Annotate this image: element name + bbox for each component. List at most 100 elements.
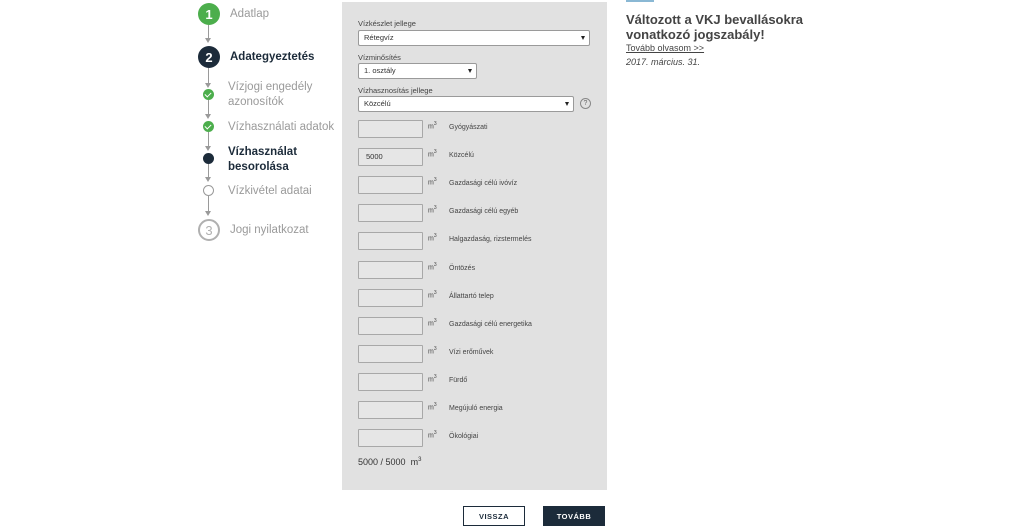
step-1-circle: 1 xyxy=(198,3,220,25)
vizhasznositas-label: Vízhasznosítás jellege xyxy=(358,86,433,95)
cubic-meter-unit: m3 xyxy=(428,346,437,355)
usage-row: m3 Halgazdaság, rizstermelés xyxy=(358,232,598,251)
cubic-meter-unit: m3 xyxy=(428,290,437,299)
vizkeszlet-label: Vízkészlet jellege xyxy=(358,19,416,28)
usage-row: m3 Gyógyászati xyxy=(358,120,598,138)
cubic-meter-unit: m3 xyxy=(428,205,437,214)
cubic-meter-unit: m3 xyxy=(428,430,437,439)
chevron-down-icon xyxy=(581,36,585,40)
vizminosites-label: Vízminősítés xyxy=(358,53,401,62)
substep-besorolasa-line2: besorolása xyxy=(228,161,289,173)
substep-besorolasa-label: Vízhasználat besorolása xyxy=(228,145,297,175)
step-connector xyxy=(208,100,209,115)
cubic-meter-unit: m3 xyxy=(428,374,437,383)
usage-category-label: Öntözés xyxy=(449,264,476,272)
total-volume: 5000 / 5000 m3 xyxy=(358,457,421,467)
usage-quantity-input[interactable] xyxy=(358,204,423,223)
cubic-meter-unit: m3 xyxy=(428,262,437,271)
usage-category-label: Gazdasági célú energetika xyxy=(449,320,532,328)
usage-category-label: Vízi erőművek xyxy=(449,348,494,356)
step-connector xyxy=(208,68,209,84)
connector-arrow-icon xyxy=(205,83,211,88)
usage-quantity-input[interactable] xyxy=(358,176,423,195)
step-connector xyxy=(208,132,209,147)
usage-quantity-input[interactable] xyxy=(358,260,423,279)
usage-quantity-input[interactable] xyxy=(358,429,423,448)
step-3-circle: 3 xyxy=(198,219,220,241)
unit-sup: 3 xyxy=(433,317,437,324)
unit-sup: 3 xyxy=(433,233,437,240)
usage-category-label: Állattartó telep xyxy=(449,292,494,300)
connector-arrow-icon xyxy=(205,211,211,216)
substep-vizjogi-line2: azonosítók xyxy=(228,96,284,108)
usage-category-label: Gazdasági célú egyéb xyxy=(449,208,519,216)
total-unit-sup: 3 xyxy=(418,457,422,463)
usage-quantity-input[interactable] xyxy=(358,288,423,307)
water-usage-form: Vízkészlet jellege Rétegvíz Vízminősítés… xyxy=(342,2,607,490)
usage-category-label: Gazdasági célú ivóvíz xyxy=(449,180,518,188)
unit-sup: 3 xyxy=(433,289,437,296)
step-1-label[interactable]: Adatlap xyxy=(230,7,269,22)
usage-row: m3 Ökológiai xyxy=(358,429,598,448)
step-2-number: 2 xyxy=(205,49,213,65)
vizminosites-select[interactable]: 1. osztály xyxy=(358,63,477,79)
vizkeszlet-value: Rétegvíz xyxy=(364,33,394,42)
unit-sup: 3 xyxy=(433,177,437,184)
usage-row: m3 Vízi erőművek xyxy=(358,344,598,363)
unit-sup: 3 xyxy=(433,430,437,437)
substep-vizjogi-label[interactable]: Vízjogi engedély azonosítók xyxy=(228,80,312,110)
usage-quantity-input[interactable] xyxy=(358,344,423,363)
usage-quantity-input[interactable] xyxy=(358,372,423,391)
substep-vizkivetel-label: Vízkivétel adatai xyxy=(228,185,312,197)
help-icon[interactable]: ? xyxy=(580,98,591,109)
connector-arrow-icon xyxy=(205,114,211,119)
cubic-meter-unit: m3 xyxy=(428,149,437,158)
unit-sup: 3 xyxy=(433,121,437,127)
usage-category-label: Fürdő xyxy=(449,376,468,384)
unit-sup: 3 xyxy=(433,261,437,268)
usage-quantity-input[interactable] xyxy=(358,401,423,419)
news-date: 2017. március. 31. xyxy=(626,57,701,67)
vizhasznositas-value: Közcélú xyxy=(364,99,391,108)
usage-category-label: Megújuló energia xyxy=(449,405,503,412)
connector-arrow-icon xyxy=(205,38,211,43)
unit-sup: 3 xyxy=(433,149,437,156)
usage-row: m3 Megújuló energia xyxy=(358,401,598,419)
cubic-meter-unit: m3 xyxy=(428,121,437,130)
news-title: Változott a VKJ bevallásokra vonatkozó j… xyxy=(626,12,804,42)
usage-quantity-input[interactable] xyxy=(358,120,423,138)
total-unit-m: m xyxy=(410,457,419,467)
usage-row: m3 Gazdasági célú ivóvíz xyxy=(358,176,598,195)
step-3-number: 3 xyxy=(205,222,213,238)
usage-category-label: Közcélú xyxy=(449,152,474,160)
vizminosites-value: 1. osztály xyxy=(364,66,396,75)
usage-row: m3 Állattartó telep xyxy=(358,288,598,307)
step-3-label: Jogi nyilatkozat xyxy=(230,224,309,236)
news-accent-bar xyxy=(626,0,654,2)
usage-quantity-input[interactable]: 5000 xyxy=(358,148,423,167)
usage-quantity-input[interactable] xyxy=(358,232,423,251)
usage-category-label: Halgazdaság, rizstermelés xyxy=(449,236,532,244)
substep-vizhasznalati-label[interactable]: Vízhasználati adatok xyxy=(228,120,334,135)
back-button[interactable]: VISSZA xyxy=(463,506,525,526)
unit-sup: 3 xyxy=(433,402,437,408)
step-2-label: Adategyeztetés xyxy=(230,51,315,63)
connector-arrow-icon xyxy=(205,177,211,182)
check-icon xyxy=(203,89,214,100)
step-connector xyxy=(208,164,209,178)
vizkeszlet-select[interactable]: Rétegvíz xyxy=(358,30,590,46)
usage-category-label: Gyógyászati xyxy=(449,124,488,131)
vizhasznositas-select[interactable]: Közcélú xyxy=(358,96,574,112)
unit-sup: 3 xyxy=(433,373,437,380)
next-button[interactable]: TOVÁBB xyxy=(543,506,605,526)
chevron-down-icon xyxy=(565,102,569,106)
step-1-number: 1 xyxy=(205,6,213,22)
usage-row: 5000 m3 Közcélú xyxy=(358,148,598,167)
substep-besorolasa-line1: Vízhasználat xyxy=(228,146,298,158)
cubic-meter-unit: m3 xyxy=(428,402,437,411)
usage-row: m3 Gazdasági célú egyéb xyxy=(358,204,598,223)
current-step-dot-icon xyxy=(203,153,214,164)
usage-quantity-input[interactable] xyxy=(358,316,423,335)
cubic-meter-unit: m3 xyxy=(428,318,437,327)
news-read-more-link[interactable]: Tovább olvasom >> xyxy=(626,43,704,53)
